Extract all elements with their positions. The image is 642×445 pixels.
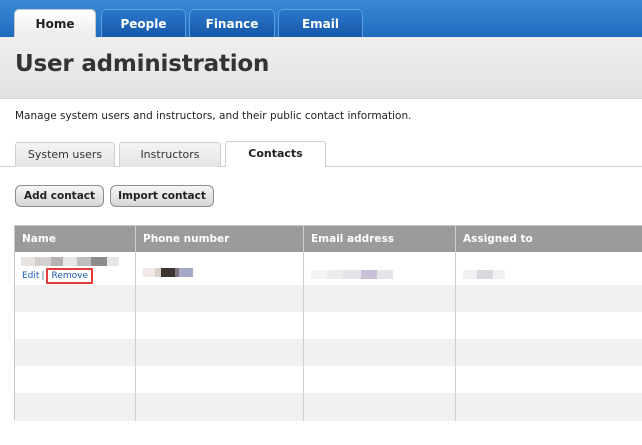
column-header-phone[interactable]: Phone number xyxy=(136,226,304,252)
table-row xyxy=(15,312,642,339)
assigned-redacted xyxy=(463,264,505,283)
page-title: User administration xyxy=(15,51,270,77)
row-actions: Edit | Remove xyxy=(22,268,94,284)
nav-tab-finance[interactable]: Finance xyxy=(189,9,275,37)
phone-redacted xyxy=(143,262,193,281)
table-row: Edit | Remove xyxy=(15,252,642,285)
tab-contacts[interactable]: Contacts xyxy=(225,141,326,167)
email-redacted xyxy=(311,264,393,283)
column-header-name[interactable]: Name xyxy=(15,226,136,252)
page-description: Manage system users and instructors, and… xyxy=(15,110,412,122)
column-divider xyxy=(455,226,456,421)
column-header-email[interactable]: Email address xyxy=(304,226,456,252)
page-header: User administration xyxy=(0,37,642,99)
column-divider xyxy=(303,226,304,421)
nav-tab-people[interactable]: People xyxy=(101,9,186,37)
remove-highlight-box: Remove xyxy=(46,268,94,284)
remove-link[interactable]: Remove xyxy=(51,271,88,281)
tab-system-users[interactable]: System users xyxy=(15,142,115,167)
edit-link[interactable]: Edit xyxy=(22,271,39,281)
column-divider xyxy=(135,226,136,421)
table-header: Name Phone number Email address Assigned… xyxy=(15,226,642,252)
table-row xyxy=(15,285,642,312)
contact-name-redacted xyxy=(21,257,119,267)
table-row xyxy=(15,393,642,421)
nav-tab-email[interactable]: Email xyxy=(278,9,363,37)
nav-tab-home[interactable]: Home xyxy=(14,9,96,37)
contacts-table: Name Phone number Email address Assigned… xyxy=(14,225,642,421)
import-contact-button[interactable]: Import contact xyxy=(110,185,214,207)
table-row xyxy=(15,366,642,393)
action-separator: | xyxy=(41,271,45,281)
tab-instructors[interactable]: Instructors xyxy=(119,142,221,167)
column-header-assigned[interactable]: Assigned to xyxy=(456,226,642,252)
table-row xyxy=(15,339,642,366)
add-contact-button[interactable]: Add contact xyxy=(15,185,104,207)
top-nav-bar: Home People Finance Email xyxy=(0,0,642,37)
